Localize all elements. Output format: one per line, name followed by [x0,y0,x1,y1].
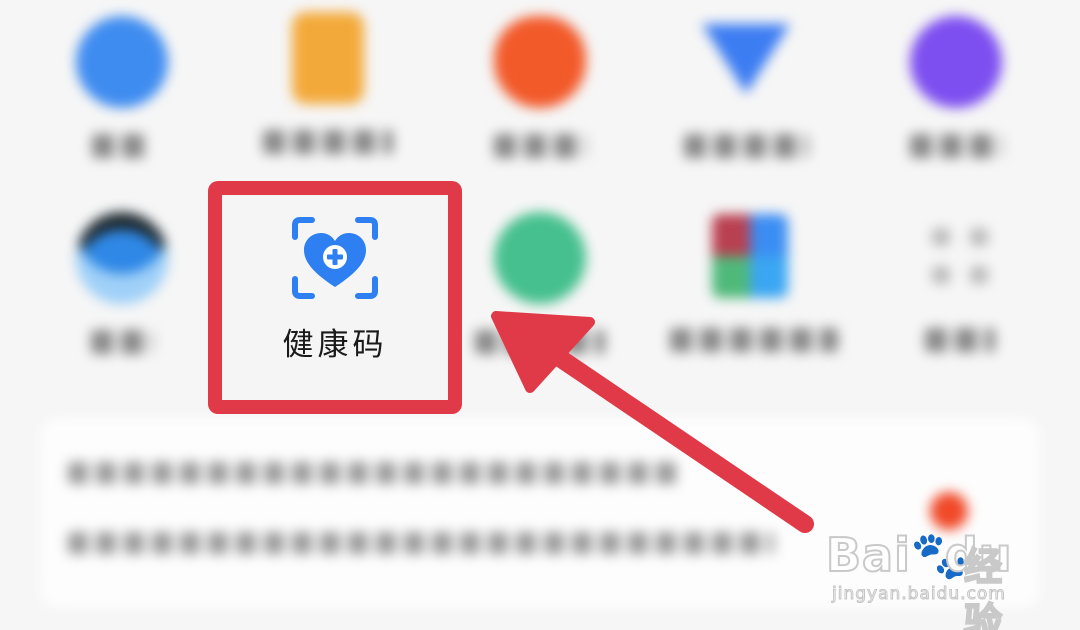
news-line-1[interactable] [68,462,680,484]
health-code-scan-heart-icon [292,217,378,299]
blurred-app-6[interactable] [42,212,202,358]
dark-bowl-app-icon [76,212,168,304]
blurred-app-2[interactable] [248,12,408,158]
blue-shield-app-icon [702,24,790,94]
blurred-label [684,134,808,158]
blurred-app-8[interactable] [670,214,838,356]
orange-tablet-app-icon [292,12,364,104]
more-dots-icon [922,218,998,294]
health-code-label: 健康码 [282,327,388,363]
news-line-2[interactable] [68,532,774,554]
blurred-label [670,328,838,352]
paw-icon: 🐾 [910,527,970,583]
blurred-app-5[interactable] [876,16,1036,162]
colorful-grid-app-icon [712,214,788,298]
blurred-label [925,328,995,352]
blurred-label [475,330,605,354]
red-apple-app-icon [494,16,586,108]
blurred-label [910,134,1002,158]
purple-circle-app-icon [910,16,1002,108]
baidu-jingyan-watermark: Bai🐾du 经验 jingyan.baidu.com [825,510,1026,630]
blurred-label [92,134,152,158]
watermark-cn: 经验 [963,544,1003,630]
blurred-app-1[interactable] [42,16,202,162]
blurred-app-3[interactable] [460,16,620,162]
blurred-app-9[interactable] [880,218,1040,356]
blurred-label [494,134,586,158]
blue-circle-app-icon [76,16,168,108]
blurred-app-4[interactable] [666,24,826,162]
app-grid-screen: 健康码 Bai🐾du 经验 jingyan.baidu.com [0,0,1080,630]
health-code-highlight-box[interactable]: 健康码 [208,181,462,414]
watermark-url: jingyan.baidu.com [832,584,1006,605]
blurred-label [263,130,393,154]
green-cat-app-icon [494,212,586,304]
blurred-label [91,330,153,354]
blurred-app-7[interactable] [460,212,620,358]
